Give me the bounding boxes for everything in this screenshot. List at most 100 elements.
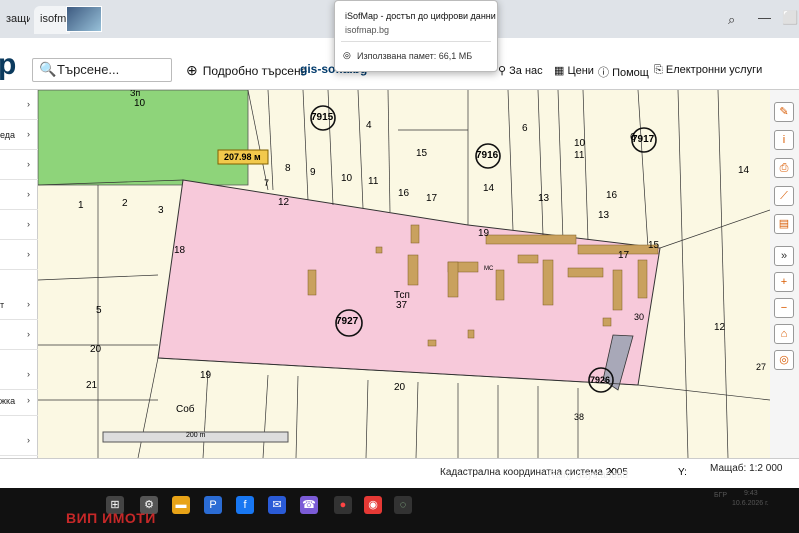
scale-select[interactable]: Мащаб: 1:2 000 — [710, 463, 782, 474]
window-maximize-button[interactable]: ⬜ — [782, 10, 798, 26]
sidebar-item[interactable]: › — [0, 426, 38, 456]
building — [407, 254, 419, 286]
search-icon: 🔍 — [39, 61, 57, 77]
facebook-icon[interactable]: f — [236, 496, 254, 514]
expand-chevron-icon[interactable]: » — [774, 246, 794, 266]
parcel-label: 18 — [174, 245, 186, 256]
parcel-label: 19 — [478, 228, 490, 239]
nav-about-link[interactable]: ⚲ За нас — [498, 64, 543, 77]
sidebar-item[interactable]: › — [0, 210, 38, 240]
boundary-line — [365, 379, 369, 458]
file-explorer-icon[interactable]: ▬ — [172, 496, 190, 514]
green-zone-type-label: Зп — [130, 90, 141, 98]
green-zone-number-label: 10 — [134, 98, 146, 109]
sidebar-item-label: еда — [0, 130, 16, 140]
search-input[interactable]: 🔍 Търсене... — [32, 58, 172, 82]
quarter-7915-label: 7915 — [311, 112, 334, 123]
y-coordinate-label: Y: — [678, 467, 687, 478]
site-logo[interactable]: p — [0, 48, 16, 82]
zoom-out-icon[interactable]: − — [774, 298, 794, 318]
home-tool-icon[interactable]: ⌂ — [774, 324, 794, 344]
print-tool-icon[interactable]: ⎙ — [774, 158, 794, 178]
tray-language[interactable]: БГР — [714, 492, 727, 499]
boundary-line — [717, 90, 729, 458]
parcel-label: 10 — [574, 138, 586, 149]
boundary-line — [387, 90, 391, 213]
sidebar-item[interactable]: › — [0, 240, 38, 270]
boundary-line — [637, 90, 649, 249]
parcel-label: 8 — [285, 163, 291, 174]
boundary-line — [677, 90, 689, 458]
browser-tab-isofmap[interactable]: isofmap — [34, 6, 70, 34]
app-p-icon[interactable]: P — [204, 496, 222, 514]
boundary-line — [295, 375, 299, 458]
sidebar-item[interactable]: т › — [0, 290, 38, 320]
quarter-7916-label: 7916 — [476, 150, 499, 161]
sidebar-item[interactable]: › — [0, 90, 38, 120]
zoom-in-icon[interactable]: + — [774, 272, 794, 292]
popup-divider — [341, 41, 491, 42]
sidebar-item[interactable]: › — [0, 150, 38, 180]
messenger-icon[interactable]: ✉ — [268, 496, 286, 514]
cadastral-map[interactable]: 7915 7916 7917 7927 7926 207.98 м Тсп 37… — [38, 90, 770, 458]
site-favicon-image[interactable] — [66, 6, 102, 32]
sidebar-item[interactable]: › — [0, 180, 38, 210]
parcel-label: 2 — [122, 198, 128, 209]
ruler-tool-icon[interactable]: ⟋ — [774, 186, 794, 206]
boundary-line — [637, 384, 770, 401]
building — [495, 269, 505, 301]
browser-tab-security[interactable]: защита — [0, 6, 30, 34]
window-minimize-button[interactable]: — — [758, 10, 771, 25]
memory-icon: ◎ — [343, 50, 351, 60]
sidebar-item-label: жка — [0, 396, 16, 406]
parcel-label: 17 — [618, 250, 630, 261]
boundary-line — [415, 381, 419, 458]
chevron-down-icon: › — [27, 299, 30, 309]
search-placeholder: Търсене... — [57, 62, 120, 77]
advanced-search-link[interactable]: ⊕ Подробно търсене — [186, 62, 307, 79]
sob-label: Соб — [176, 404, 195, 415]
nav-help-link[interactable]: ⓘ Помощ — [598, 64, 649, 80]
sidebar-item[interactable]: еда › — [0, 120, 38, 150]
left-sidebar: › еда › › › › › т › › › жка › › — [0, 90, 38, 460]
popup-url: isofmap.bg — [345, 25, 390, 35]
quarter-7926-label: 7926 — [590, 375, 611, 385]
nav-services-link[interactable]: ⎘ Електронни услуги — [654, 64, 762, 77]
distance-label: 207.98 м — [224, 152, 261, 162]
boundary-line — [247, 90, 269, 191]
tab-search-icon[interactable]: ⌕ — [728, 12, 735, 28]
building — [567, 267, 604, 278]
parcel-label: 21 — [86, 380, 98, 391]
map-status-bar: Кадастрална координатна система 2005 X: … — [0, 458, 799, 488]
sidebar-item[interactable]: › — [0, 320, 38, 350]
chrome-icon[interactable]: ◉ — [364, 496, 382, 514]
chevron-down-icon: › — [27, 329, 30, 339]
building — [447, 261, 459, 298]
map-tools-panel: ✎ i ⎙ ⟋ ▤ » + − ⌂ ◎ — [770, 90, 799, 458]
watermark-text: ВИП ИМОТИ — [66, 510, 156, 526]
nav-prices-link[interactable]: ▦ Цени — [554, 64, 594, 77]
popup-memory: Използвана памет: 66,1 МБ — [357, 51, 473, 61]
chevron-down-icon: › — [27, 219, 30, 229]
boundary-line — [507, 90, 514, 231]
weather-widget[interactable]: Rainy days ahead — [548, 470, 628, 481]
building — [410, 224, 420, 244]
building — [637, 259, 648, 299]
sidebar-item[interactable]: жка › — [0, 386, 38, 416]
parcel-label: 38 — [574, 412, 585, 422]
locate-tool-icon[interactable]: ◎ — [774, 350, 794, 370]
edit-tool-icon[interactable]: ✎ — [774, 102, 794, 122]
parcel-label: 15 — [648, 240, 660, 251]
parcel-label: 20 — [394, 382, 406, 393]
boundary-line — [537, 90, 544, 236]
parcel-label: 15 — [416, 148, 428, 159]
parcel-label: 11 — [368, 176, 379, 187]
map-canvas[interactable] — [38, 90, 770, 458]
viber-icon[interactable]: ☎ — [300, 496, 318, 514]
layers-tool-icon[interactable]: ▤ — [774, 214, 794, 234]
pdf-app-icon[interactable]: ● — [334, 496, 352, 514]
parcel-label: 12 — [714, 322, 726, 333]
chevron-down-icon: › — [27, 435, 30, 445]
app-round-icon[interactable]: ◌ — [394, 496, 412, 514]
info-tool-icon[interactable]: i — [774, 130, 794, 150]
